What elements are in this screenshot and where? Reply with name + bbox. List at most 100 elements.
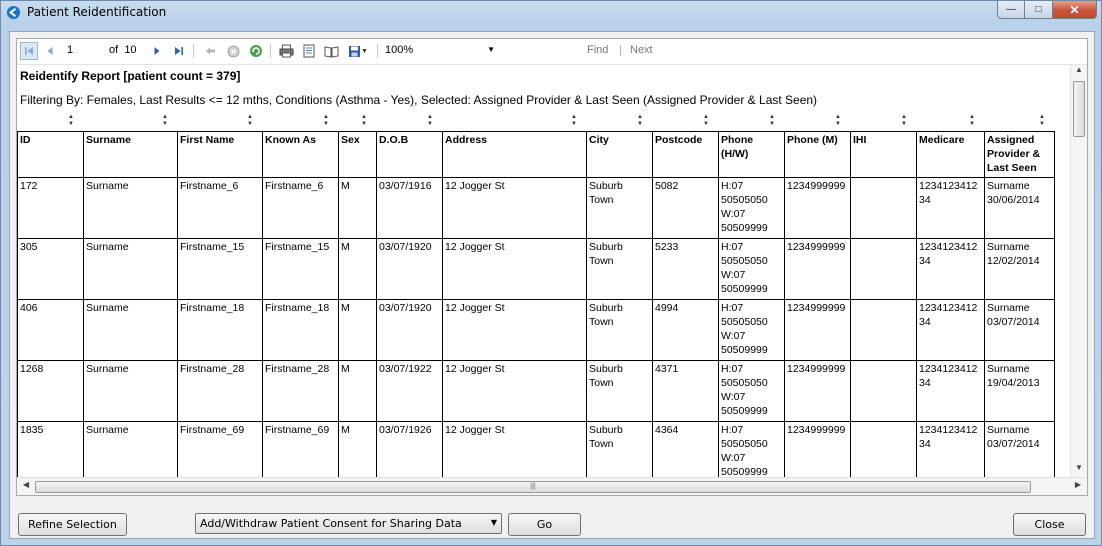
column-header: Sex xyxy=(338,131,377,178)
table-cell: 1234999999 xyxy=(784,360,851,422)
page-setup-button[interactable] xyxy=(322,42,340,60)
chevron-down-icon: ▼ xyxy=(361,47,368,55)
previous-page-button[interactable] xyxy=(41,42,59,60)
stop-button[interactable] xyxy=(224,42,242,60)
table-cell: Suburb Town xyxy=(586,177,653,239)
toolbar-separator xyxy=(193,44,194,58)
table-row: 1268 Surname Firstname_28 Firstname_28 M 03/0… xyxy=(17,360,1055,422)
table-cell: Suburb Town xyxy=(586,299,653,361)
column-header: Phone (M) xyxy=(784,131,851,178)
sort-icon[interactable]: ▲ ▼ xyxy=(900,114,908,128)
vertical-scrollbar[interactable]: ▲ ▼ xyxy=(1070,65,1087,477)
app-icon xyxy=(6,5,21,20)
report-filter: Filtering By: Females, Last Results <= 1… xyxy=(20,93,818,107)
caption-buttons: — □ ✕ xyxy=(997,1,1097,19)
printer-icon xyxy=(279,44,293,58)
sort-icon[interactable]: ▲ ▼ xyxy=(360,114,368,128)
first-page-icon xyxy=(25,47,33,55)
minimize-button[interactable]: — xyxy=(997,1,1025,19)
print-button[interactable] xyxy=(277,42,295,60)
sort-icon[interactable]: ▲ ▼ xyxy=(426,114,434,128)
sort-icon[interactable]: ▲ ▼ xyxy=(636,114,644,128)
scroll-right-icon[interactable]: ▶ xyxy=(1071,480,1085,489)
scroll-down-icon[interactable]: ▼ xyxy=(1071,463,1087,477)
window: Patient Reidentification — □ ✕ 1 of 10 ▼… xyxy=(0,0,1102,546)
sort-icon[interactable]: ▲ ▼ xyxy=(702,114,710,128)
table-cell: 12 Jogger St xyxy=(442,421,587,477)
horizontal-scrollbar[interactable]: ◀ ||| ▶ xyxy=(17,477,1087,495)
vertical-scroll-thumb[interactable] xyxy=(1073,81,1085,137)
table-cell: M xyxy=(338,299,377,361)
table-row: 1835 Surname Firstname_69 Firstname_69 M 03/0… xyxy=(17,421,1055,477)
stop-icon xyxy=(227,45,239,57)
refine-selection-button[interactable]: Refine Selection xyxy=(18,513,127,536)
horizontal-scroll-thumb[interactable]: ||| xyxy=(35,481,1031,493)
toolbar-separator xyxy=(377,44,378,58)
table-row: 305 Surname Firstname_15 Firstname_15 M 03/07… xyxy=(17,238,1055,300)
table-cell: 12 Jogger St xyxy=(442,177,587,239)
title-bar[interactable]: Patient Reidentification — □ ✕ xyxy=(1,1,1101,27)
sort-icon[interactable]: ▲ ▼ xyxy=(570,114,578,128)
next-page-button[interactable] xyxy=(148,42,166,60)
table-cell: Firstname_6 xyxy=(262,177,339,239)
refresh-button[interactable] xyxy=(247,42,265,60)
table-cell: 03/07/1926 xyxy=(376,421,443,477)
table-cell xyxy=(850,299,917,361)
scroll-up-icon[interactable]: ▲ xyxy=(1071,65,1087,79)
last-page-button[interactable] xyxy=(170,42,188,60)
table-cell xyxy=(850,360,917,422)
sort-icon[interactable]: ▲ ▼ xyxy=(834,114,842,128)
table-row: 406 Surname Firstname_18 Firstname_18 M 03/07… xyxy=(17,299,1055,361)
next-page-icon xyxy=(154,47,160,55)
table-cell: 1234999999 xyxy=(784,177,851,239)
find-link[interactable]: Find xyxy=(587,44,608,56)
find-next-link[interactable]: Next xyxy=(630,44,653,56)
previous-page-icon xyxy=(47,47,53,55)
sort-icon[interactable]: ▲ ▼ xyxy=(968,114,976,128)
sort-icon[interactable]: ▲ ▼ xyxy=(67,114,75,128)
sort-icon[interactable]: ▲ ▼ xyxy=(1038,114,1046,128)
report-viewer: 1 of 10 ▼ 100% ▼ Find | Next Reidentify … xyxy=(16,38,1088,496)
table-cell: Surname xyxy=(83,177,178,239)
scroll-left-icon[interactable]: ◀ xyxy=(19,480,33,489)
table-cell: 1268 xyxy=(17,360,84,422)
go-button[interactable]: Go xyxy=(508,513,581,536)
table-cell: Surname xyxy=(83,238,178,300)
table-cell: M xyxy=(338,421,377,477)
export-button[interactable]: ▼ xyxy=(345,42,371,60)
first-page-button[interactable] xyxy=(20,42,38,60)
report-toolbar: 1 of 10 ▼ 100% ▼ Find | Next xyxy=(17,39,1087,65)
table-cell: M xyxy=(338,177,377,239)
table-cell: Firstname_15 xyxy=(177,238,263,300)
table-cell: Firstname_15 xyxy=(262,238,339,300)
maximize-button[interactable]: □ xyxy=(1025,1,1053,19)
table-cell: Firstname_28 xyxy=(262,360,339,422)
column-header: D.O.B xyxy=(376,131,443,178)
back-button[interactable] xyxy=(201,42,219,60)
sort-icon[interactable]: ▲ ▼ xyxy=(246,114,254,128)
consent-action-select[interactable]: Add/Withdraw Patient Consent for Sharing… xyxy=(195,513,502,534)
close-button[interactable]: Close xyxy=(1013,513,1086,536)
table-cell: Firstname_18 xyxy=(177,299,263,361)
chevron-down-icon: ▼ xyxy=(490,518,497,527)
table-cell: Suburb Town xyxy=(586,360,653,422)
report-table: ID Surname First Name Known As Sex D.O.B Addre… xyxy=(17,131,1055,477)
column-header: First Name xyxy=(177,131,263,178)
zoom-select[interactable]: 100% ▼ xyxy=(385,42,497,60)
sort-icon[interactable]: ▲ ▼ xyxy=(161,114,169,128)
sort-icon[interactable]: ▲ ▼ xyxy=(768,114,776,128)
page-number-input[interactable]: 1 xyxy=(67,44,73,56)
table-cell xyxy=(850,238,917,300)
table-cell: Surname 03/07/2014 xyxy=(984,421,1055,477)
table-cell: 1835 xyxy=(17,421,84,477)
minimize-icon: — xyxy=(1006,4,1016,15)
window-title: Patient Reidentification xyxy=(27,5,167,19)
print-layout-button[interactable] xyxy=(300,42,318,60)
close-window-button[interactable]: ✕ xyxy=(1053,1,1097,19)
chevron-down-icon: ▼ xyxy=(487,45,495,54)
table-cell: 12 Jogger St xyxy=(442,238,587,300)
page-layout-icon xyxy=(303,44,315,58)
back-arrow-icon xyxy=(205,47,215,55)
table-cell: H:07 50505050 W:07 50509999 xyxy=(718,177,785,239)
sort-icon[interactable]: ▲ ▼ xyxy=(322,114,330,128)
